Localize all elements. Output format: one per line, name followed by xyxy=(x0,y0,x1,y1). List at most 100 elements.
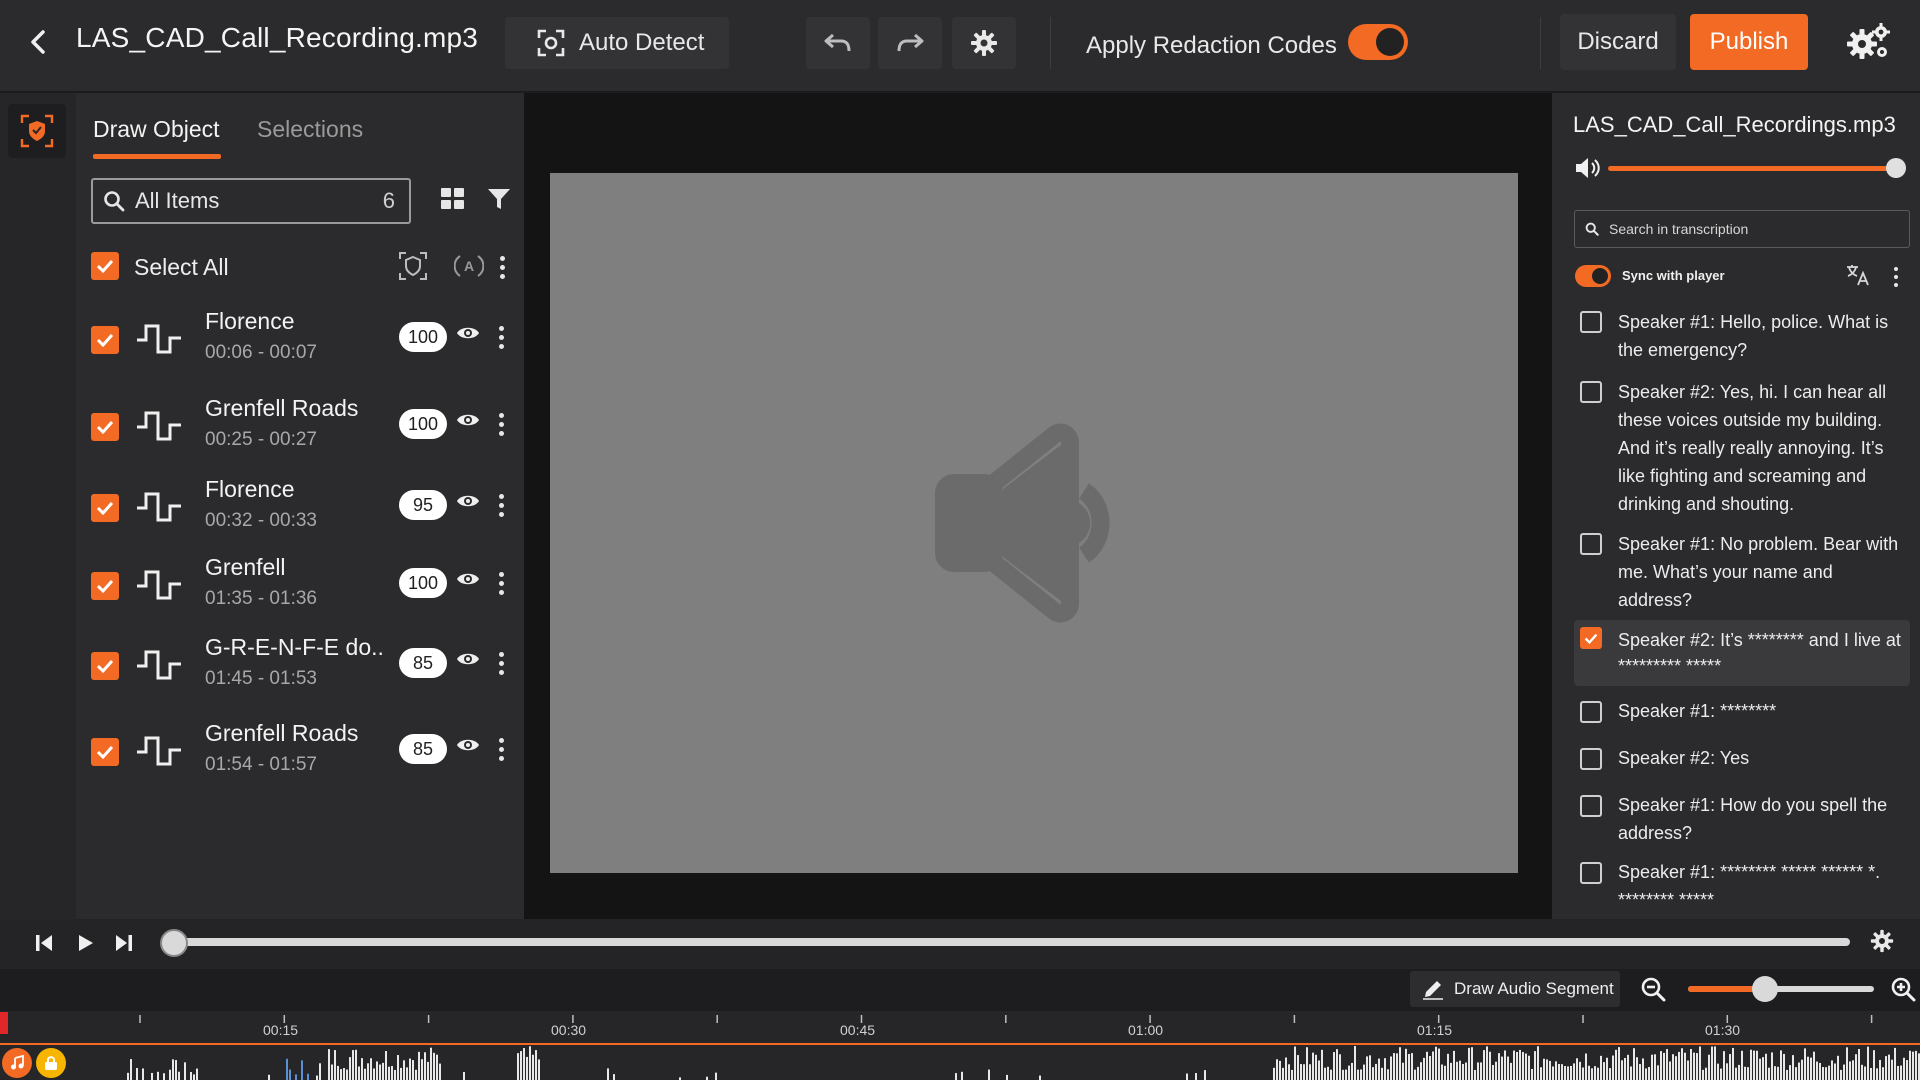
settings-button[interactable] xyxy=(952,17,1016,69)
waveform-bar xyxy=(1456,1061,1458,1080)
eye-icon[interactable] xyxy=(456,411,480,429)
waveform-bar xyxy=(1315,1054,1317,1080)
zoom-slider-handle[interactable] xyxy=(1752,976,1778,1002)
waveform-bar xyxy=(1384,1058,1386,1080)
item-more-button[interactable] xyxy=(495,409,507,439)
segment-checkbox[interactable] xyxy=(1580,533,1602,555)
redo-button[interactable] xyxy=(878,17,942,69)
list-item[interactable]: Grenfell Roads 01:54 - 01:57 85 xyxy=(76,712,524,792)
waveform-bar xyxy=(412,1060,414,1080)
list-item[interactable]: Florence 00:06 - 00:07 100 xyxy=(76,300,524,380)
play-button[interactable] xyxy=(74,932,96,954)
items-search-input[interactable] xyxy=(135,188,355,214)
segment-checkbox[interactable] xyxy=(1580,627,1602,649)
track-lock-button[interactable] xyxy=(36,1048,66,1078)
eye-icon[interactable] xyxy=(456,492,480,510)
filter-button[interactable] xyxy=(487,187,513,213)
apply-redaction-toggle[interactable] xyxy=(1348,24,1408,60)
skip-back-button[interactable] xyxy=(32,932,56,954)
list-item[interactable]: Grenfell Roads 00:25 - 00:27 100 xyxy=(76,387,524,467)
volume-slider-track[interactable] xyxy=(1608,166,1898,171)
transcription-more-button[interactable] xyxy=(1890,262,1902,292)
item-checkbox[interactable] xyxy=(91,494,119,522)
transcription-search-input[interactable] xyxy=(1609,221,1889,237)
items-search-box[interactable]: 6 xyxy=(91,178,411,224)
waveform-bar xyxy=(1813,1051,1815,1080)
waveform-bar xyxy=(184,1062,186,1080)
audio-track-button[interactable] xyxy=(2,1048,32,1078)
transcript-segment[interactable]: Speaker #1: ******** ***** ****** *. ***… xyxy=(1580,858,1910,910)
segment-checkbox[interactable] xyxy=(1580,748,1602,770)
waveform-bar xyxy=(1846,1047,1848,1080)
segment-checkbox[interactable] xyxy=(1580,381,1602,403)
seek-bar[interactable] xyxy=(174,938,1850,946)
zoom-in-button[interactable] xyxy=(1890,976,1916,1002)
item-more-button[interactable] xyxy=(495,734,507,764)
item-checkbox[interactable] xyxy=(91,572,119,600)
waveform-bar xyxy=(1696,1053,1698,1080)
eye-icon[interactable] xyxy=(456,650,480,668)
segment-checkbox[interactable] xyxy=(1580,862,1602,884)
transcription-search-box[interactable] xyxy=(1574,210,1910,248)
waveform-bar xyxy=(343,1068,345,1080)
zoom-out-button[interactable] xyxy=(1640,976,1666,1002)
segment-checkbox[interactable] xyxy=(1580,311,1602,333)
item-more-button[interactable] xyxy=(495,648,507,678)
waveform-bar xyxy=(529,1046,531,1080)
list-item[interactable]: Florence 00:32 - 00:33 95 xyxy=(76,468,524,548)
eye-icon[interactable] xyxy=(456,324,480,342)
advanced-settings-button[interactable] xyxy=(1840,18,1896,66)
bulk-redact-button[interactable] xyxy=(398,251,428,281)
item-checkbox[interactable] xyxy=(91,413,119,441)
seek-handle[interactable] xyxy=(160,929,188,957)
item-more-button[interactable] xyxy=(495,490,507,520)
eye-icon[interactable] xyxy=(456,570,480,588)
item-more-button[interactable] xyxy=(495,322,507,352)
item-more-button[interactable] xyxy=(495,568,507,598)
draw-audio-segment-button[interactable]: Draw Audio Segment xyxy=(1410,971,1620,1007)
item-checkbox[interactable] xyxy=(91,652,119,680)
timeline-playhead[interactable] xyxy=(0,1012,8,1034)
waveform-bar xyxy=(1573,1063,1575,1080)
volume-slider-handle[interactable] xyxy=(1886,158,1906,178)
rail-redaction-tool[interactable] xyxy=(8,104,66,158)
audio-preview-canvas[interactable] xyxy=(550,173,1518,873)
segment-checkbox[interactable] xyxy=(1580,795,1602,817)
eye-icon[interactable] xyxy=(456,736,480,754)
auto-detect-button[interactable]: Auto Detect xyxy=(505,17,729,69)
waveform-bar xyxy=(1516,1051,1518,1080)
grid-view-button[interactable] xyxy=(441,188,467,214)
volume-button[interactable] xyxy=(1574,156,1602,180)
undo-button[interactable] xyxy=(806,17,870,69)
transcription-file-name: LAS_CAD_Call_Recordings.mp3 xyxy=(1573,112,1896,137)
waveform-bar xyxy=(1621,1060,1623,1080)
waveform-bar xyxy=(376,1061,378,1080)
discard-button[interactable]: Discard xyxy=(1560,14,1676,70)
tab-draw-object[interactable]: Draw Object xyxy=(93,116,220,143)
translate-button[interactable] xyxy=(1846,264,1870,286)
waveform-bar xyxy=(1282,1067,1284,1080)
select-all-more-button[interactable] xyxy=(496,252,508,282)
player-settings-button[interactable] xyxy=(1870,929,1894,953)
publish-button[interactable]: Publish xyxy=(1690,14,1808,70)
skip-forward-button[interactable] xyxy=(112,932,136,954)
back-button[interactable] xyxy=(22,26,54,58)
sync-with-player-toggle[interactable] xyxy=(1575,265,1611,287)
select-all-checkbox[interactable] xyxy=(91,252,119,280)
waveform-bar xyxy=(1687,1060,1689,1080)
waveform-bar xyxy=(1792,1055,1794,1080)
waveform-bar xyxy=(1408,1054,1410,1080)
waveform-bar xyxy=(1273,1067,1275,1080)
auto-redact-button[interactable]: A xyxy=(454,251,484,281)
waveform-bar xyxy=(1414,1069,1416,1080)
segment-checkbox[interactable] xyxy=(1580,701,1602,723)
waveform-bar xyxy=(1510,1062,1512,1080)
tab-selections[interactable]: Selections xyxy=(257,116,363,143)
item-checkbox[interactable] xyxy=(91,738,119,766)
audio-waveform[interactable] xyxy=(0,1046,1920,1080)
waveform-bar xyxy=(1345,1069,1347,1080)
list-item[interactable]: G-R-E-N-F-E do.. 01:45 - 01:53 85 xyxy=(76,626,524,706)
item-checkbox[interactable] xyxy=(91,326,119,354)
list-item[interactable]: Grenfell 01:35 - 01:36 100 xyxy=(76,546,524,626)
waveform-bar xyxy=(1726,1063,1728,1080)
